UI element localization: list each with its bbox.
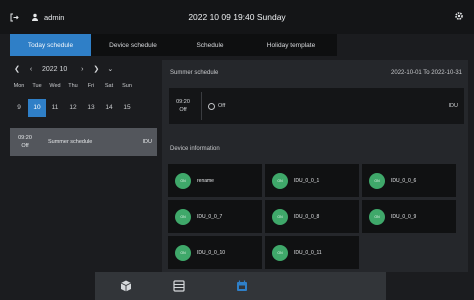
schedule-list-item[interactable]: 09:20 Off Summer schedule IDU (10, 128, 157, 156)
tab-schedule[interactable]: Schedule (175, 34, 245, 56)
device-card[interactable]: ON IDU_0_0_7 (168, 200, 262, 233)
device-label: IDU_0_0_1 (294, 177, 320, 184)
device-status-icon: ON (272, 208, 288, 225)
device-label: IDU_0_0_11 (294, 249, 322, 256)
prev-year-icon[interactable]: ❮ (10, 65, 24, 73)
calendar-month: 2022 10 (42, 65, 68, 73)
tab-holiday-template[interactable]: Holiday template (245, 34, 337, 56)
date-range: 2022-10-01 To 2022-10-31 (391, 70, 462, 76)
device-status-icon: ON (369, 208, 385, 225)
cube-icon[interactable] (119, 279, 133, 293)
calendar-day[interactable]: 11 (46, 99, 64, 117)
prev-month-icon[interactable]: ‹ (24, 66, 38, 73)
calendar-day[interactable]: 15 (118, 99, 136, 117)
calendar-day[interactable]: 12 (64, 99, 82, 117)
device-label: IDU_0_0_10 (197, 249, 226, 256)
user-name: admin (44, 12, 65, 22)
entry-time-value: 09:20 (18, 135, 32, 141)
calendar-panel: ❮ ‹ 2022 10 › ❯ ⌄ Mon Tue Wed Thu Fri Sa… (10, 60, 157, 270)
device-label: IDU_0_0_6 (391, 177, 417, 184)
gear-icon[interactable] (454, 11, 464, 24)
schedule-row: 09:20 Off Off IDU (169, 88, 464, 124)
device-label: IDU_0_0_7 (197, 213, 223, 220)
entry-tag: IDU (142, 139, 152, 145)
calendar-day[interactable]: 14 (100, 99, 118, 117)
calendar-icon[interactable] (235, 279, 249, 293)
schedule-time: 09:20 Off (169, 98, 197, 114)
divider (201, 92, 202, 120)
weekday-label: Fri (87, 83, 95, 89)
device-label: rename (197, 177, 214, 184)
weekday-label: Tue (32, 83, 42, 89)
device-card[interactable]: ON IDU_0_0_11 (265, 236, 359, 269)
entry-time: 09:20 Off (12, 134, 38, 150)
calendar-day[interactable]: 13 (82, 99, 100, 117)
device-card[interactable]: ON IDU_0_0_6 (362, 164, 456, 197)
top-bar: admin 2022 10 09 19:40 Sunday (0, 0, 474, 34)
device-card[interactable]: ON IDU_0_0_8 (265, 200, 359, 233)
calendar-day[interactable]: 9 (10, 99, 28, 117)
list-icon[interactable] (172, 279, 186, 293)
calendar-day-selected[interactable]: 10 (28, 99, 46, 117)
user-icon (31, 13, 39, 21)
next-year-icon[interactable]: ❯ (89, 65, 103, 73)
off-radio[interactable] (208, 102, 215, 110)
next-month-icon[interactable]: › (75, 66, 89, 73)
weekday-label: Thu (68, 83, 78, 89)
tab-today-schedule[interactable]: Today schedule (10, 34, 91, 56)
device-status-icon: ON (175, 244, 191, 261)
weekday-label: Wed (49, 83, 61, 89)
device-info-title: Device information (170, 146, 220, 152)
device-label: IDU_0_0_9 (391, 213, 417, 220)
schedule-tag: IDU (448, 103, 458, 109)
schedule-time-value: 09:20 (176, 99, 190, 105)
schedule-detail-panel: Summer schedule 2022-10-01 To 2022-10-31… (162, 60, 468, 272)
entry-name: Summer schedule (48, 139, 93, 145)
device-label: IDU_0_0_8 (294, 213, 320, 220)
device-card[interactable]: ON rename (168, 164, 262, 197)
logout-icon[interactable] (10, 13, 19, 22)
device-card[interactable]: ON IDU_0_0_9 (362, 200, 456, 233)
device-status-icon: ON (369, 172, 385, 189)
bottom-nav (95, 272, 386, 300)
off-label: Off (218, 103, 226, 109)
schedule-title: Summer schedule (170, 70, 219, 76)
device-card[interactable]: ON IDU_0_0_10 (168, 236, 262, 269)
schedule-time-state: Off (179, 107, 187, 113)
tab-device-schedule[interactable]: Device schedule (91, 34, 175, 56)
device-status-icon: ON (272, 172, 288, 189)
weekday-row: Mon Tue Wed Thu Fri Sat Sun (10, 80, 157, 92)
weekday-label: Sun (122, 83, 132, 89)
entry-state: Off (21, 143, 29, 149)
weekday-label: Mon (13, 83, 25, 89)
device-status-icon: ON (175, 208, 191, 225)
device-status-icon: ON (272, 244, 288, 261)
date-time: 2022 10 09 19:40 Sunday (188, 12, 286, 22)
day-row: 9 10 11 12 13 14 15 (10, 98, 157, 118)
chevron-down-icon[interactable]: ⌄ (103, 65, 117, 73)
device-card[interactable]: ON IDU_0_0_1 (265, 164, 359, 197)
tab-bar: Today schedule Device schedule Schedule … (10, 34, 337, 56)
calendar-header: ❮ ‹ 2022 10 › ❯ ⌄ (10, 60, 157, 78)
device-status-icon: ON (175, 172, 191, 189)
weekday-label: Sat (104, 83, 114, 89)
